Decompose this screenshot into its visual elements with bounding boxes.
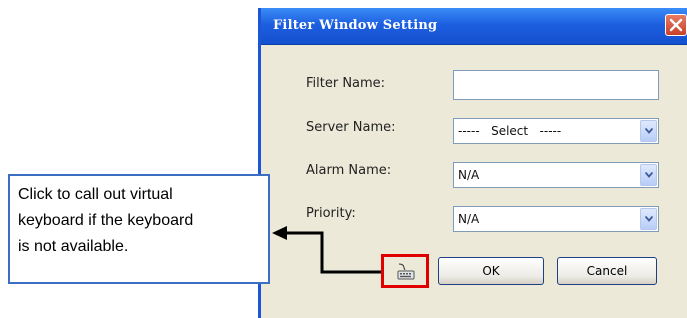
callout-line: Click to call out virtual bbox=[18, 186, 173, 203]
callout-line: keyboard if the keyboard bbox=[18, 212, 194, 229]
callout-line: is not available. bbox=[18, 238, 129, 255]
annotation-callout: Click to call out virtual keyboard if th… bbox=[8, 174, 270, 284]
